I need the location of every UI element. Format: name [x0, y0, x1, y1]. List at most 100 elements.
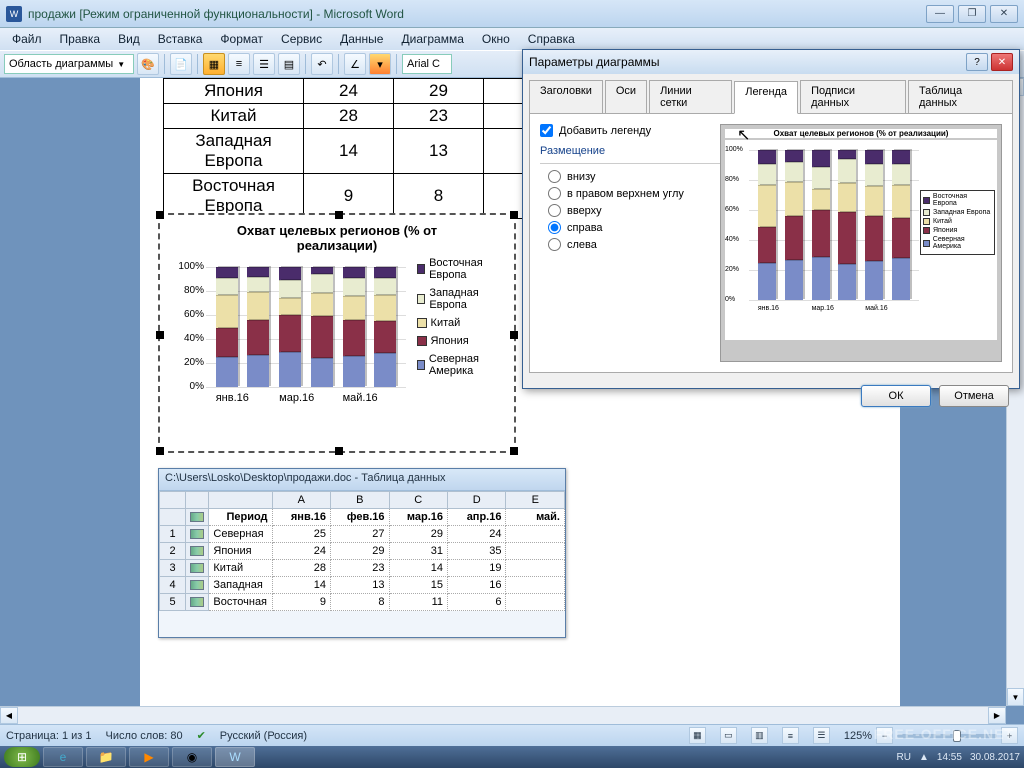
- datasheet-button[interactable]: ▦: [203, 53, 225, 75]
- legend-item: Япония: [417, 335, 506, 347]
- table-row: Япония2429: [164, 79, 574, 104]
- taskbar: ⊞ e 📁 ▶ ◉ W RU ▲ 14:55 30.08.2017: [0, 746, 1024, 768]
- taskbar-explorer-icon[interactable]: 📁: [86, 747, 126, 767]
- resize-handle[interactable]: [510, 447, 518, 455]
- web-view-icon[interactable]: ▥: [751, 727, 768, 744]
- tray-flag-icon[interactable]: ▲: [919, 752, 929, 763]
- add-legend-checkbox[interactable]: Добавить легенду: [540, 124, 720, 137]
- outline-view-icon[interactable]: ≡: [782, 727, 799, 744]
- datasheet-title: C:\Users\Losko\Desktop\продажи.doc - Таб…: [159, 469, 565, 491]
- resize-handle[interactable]: [335, 211, 343, 219]
- resize-handle[interactable]: [156, 447, 164, 455]
- tray-lang[interactable]: RU: [897, 752, 911, 763]
- menu-insert[interactable]: Вставка: [150, 30, 211, 48]
- zoom-value[interactable]: 125%: [844, 730, 872, 742]
- horizontal-scrollbar[interactable]: ◀ ▶: [0, 706, 1006, 724]
- tab-Таблица данных[interactable]: Таблица данных: [908, 80, 1013, 113]
- placement-radio[interactable]: вверху: [548, 204, 720, 217]
- resize-handle[interactable]: [510, 211, 518, 219]
- system-tray[interactable]: RU ▲ 14:55 30.08.2017: [897, 752, 1020, 763]
- taskbar-word-icon[interactable]: W: [215, 747, 255, 767]
- print-layout-view-icon[interactable]: ▦: [689, 727, 706, 744]
- menubar: Файл Правка Вид Вставка Формат Сервис Да…: [0, 28, 1024, 50]
- legend-item: Северная Америка: [417, 353, 506, 377]
- tray-time: 14:55: [937, 752, 962, 763]
- scroll-down-button[interactable]: ▼: [1007, 688, 1024, 706]
- menu-format[interactable]: Формат: [212, 30, 271, 48]
- minimize-button[interactable]: —: [926, 5, 954, 23]
- cancel-button[interactable]: Отмена: [939, 385, 1009, 407]
- taskbar-ie-icon[interactable]: e: [43, 747, 83, 767]
- titlebar: W продажи [Режим ограниченной функционал…: [0, 0, 1024, 28]
- ok-button[interactable]: ОК: [861, 385, 931, 407]
- doc-table: Япония2429 Китай2823 Западная Европа1413…: [163, 78, 574, 219]
- taskbar-chrome-icon[interactable]: ◉: [172, 747, 212, 767]
- menu-window[interactable]: Окно: [474, 30, 518, 48]
- word-icon: W: [6, 6, 22, 22]
- embedded-chart[interactable]: Охват целевых регионов (% от реализации)…: [158, 213, 516, 453]
- statusbar: Страница: 1 из 1 Число слов: 80 ✔ Русски…: [0, 724, 1024, 746]
- placement-label: Размещение: [540, 145, 720, 157]
- datasheet-window[interactable]: C:\Users\Losko\Desktop\продажи.doc - Таб…: [158, 468, 566, 638]
- format-button[interactable]: 🎨: [137, 53, 159, 75]
- chart-title: Охват целевых регионов (% от реализации): [160, 215, 514, 257]
- scroll-right-button[interactable]: ▶: [988, 707, 1006, 724]
- menu-chart[interactable]: Диаграмма: [393, 30, 471, 48]
- proofing-icon[interactable]: ✔: [197, 729, 206, 742]
- placement-radio[interactable]: внизу: [548, 170, 720, 183]
- legend-item: Восточная Европа: [417, 257, 506, 281]
- tab-Линии сетки[interactable]: Линии сетки: [649, 80, 732, 113]
- menu-view[interactable]: Вид: [110, 30, 148, 48]
- restore-button[interactable]: ❐: [958, 5, 986, 23]
- placement-radio[interactable]: справа: [548, 221, 720, 234]
- start-button[interactable]: ⊞: [4, 747, 40, 767]
- window-title: продажи [Режим ограниченной функциональн…: [28, 7, 926, 21]
- status-lang[interactable]: Русский (Россия): [220, 730, 307, 742]
- menu-edit[interactable]: Правка: [52, 30, 109, 48]
- font-combo[interactable]: Arial C: [402, 54, 452, 74]
- scroll-left-button[interactable]: ◀: [0, 707, 18, 724]
- fill-button[interactable]: ▾: [369, 53, 391, 75]
- resize-handle[interactable]: [156, 211, 164, 219]
- by-row-button[interactable]: ≡: [228, 53, 250, 75]
- tab-Легенда[interactable]: Легенда: [734, 81, 798, 114]
- placement-radio[interactable]: в правом верхнем углу: [548, 187, 720, 200]
- import-button[interactable]: 📄: [170, 53, 192, 75]
- legend-item: Китай: [417, 317, 506, 329]
- resize-handle[interactable]: [510, 331, 518, 339]
- chart-legend: Восточная Европа Западная Европа Китай Япон…: [417, 257, 506, 417]
- close-button[interactable]: ✕: [990, 5, 1018, 23]
- chart-options-dialog: Параметры диаграммы ? ✕ ЗаголовкиОсиЛини…: [522, 49, 1020, 389]
- tab-Оси[interactable]: Оси: [605, 80, 647, 113]
- datasheet-grid[interactable]: ABCDEПериодянв.16фев.16мар.16апр.16май.1…: [159, 491, 565, 611]
- status-words[interactable]: Число слов: 80: [106, 730, 183, 742]
- legend-item: Западная Европа: [417, 287, 506, 311]
- status-page[interactable]: Страница: 1 из 1: [6, 730, 92, 742]
- draft-view-icon[interactable]: ☰: [813, 727, 830, 744]
- resize-handle[interactable]: [335, 447, 343, 455]
- menu-file[interactable]: Файл: [4, 30, 50, 48]
- menu-data[interactable]: Данные: [332, 30, 391, 48]
- by-col-button[interactable]: ☰: [253, 53, 275, 75]
- resize-handle[interactable]: [156, 331, 164, 339]
- placement-radios: внизу в правом верхнем углу вверху справа сл…: [540, 170, 720, 251]
- tab-Заголовки[interactable]: Заголовки: [529, 80, 603, 113]
- tray-date: 30.08.2017: [970, 752, 1020, 763]
- dialog-close-button[interactable]: ✕: [991, 53, 1013, 71]
- taskbar-media-icon[interactable]: ▶: [129, 747, 169, 767]
- dialog-titlebar[interactable]: Параметры диаграммы ? ✕: [523, 50, 1019, 74]
- chart-area-combo[interactable]: Область диаграммы▼: [4, 54, 134, 74]
- dialog-help-button[interactable]: ?: [966, 53, 988, 71]
- dialog-title-text: Параметры диаграммы: [529, 55, 966, 69]
- table-row: Западная Европа1413: [164, 129, 574, 174]
- angle-button[interactable]: ∠: [344, 53, 366, 75]
- dialog-tabs: ЗаголовкиОсиЛинии сеткиЛегендаПодписи да…: [523, 74, 1019, 113]
- table-button[interactable]: ▤: [278, 53, 300, 75]
- undo-button[interactable]: ↶: [311, 53, 333, 75]
- menu-help[interactable]: Справка: [520, 30, 583, 48]
- placement-radio[interactable]: слева: [548, 238, 720, 251]
- reading-view-icon[interactable]: ▭: [720, 727, 737, 744]
- chart-preview: Охват целевых регионов (% от реализации)…: [720, 124, 1002, 362]
- menu-service[interactable]: Сервис: [273, 30, 330, 48]
- tab-Подписи данных[interactable]: Подписи данных: [800, 80, 906, 113]
